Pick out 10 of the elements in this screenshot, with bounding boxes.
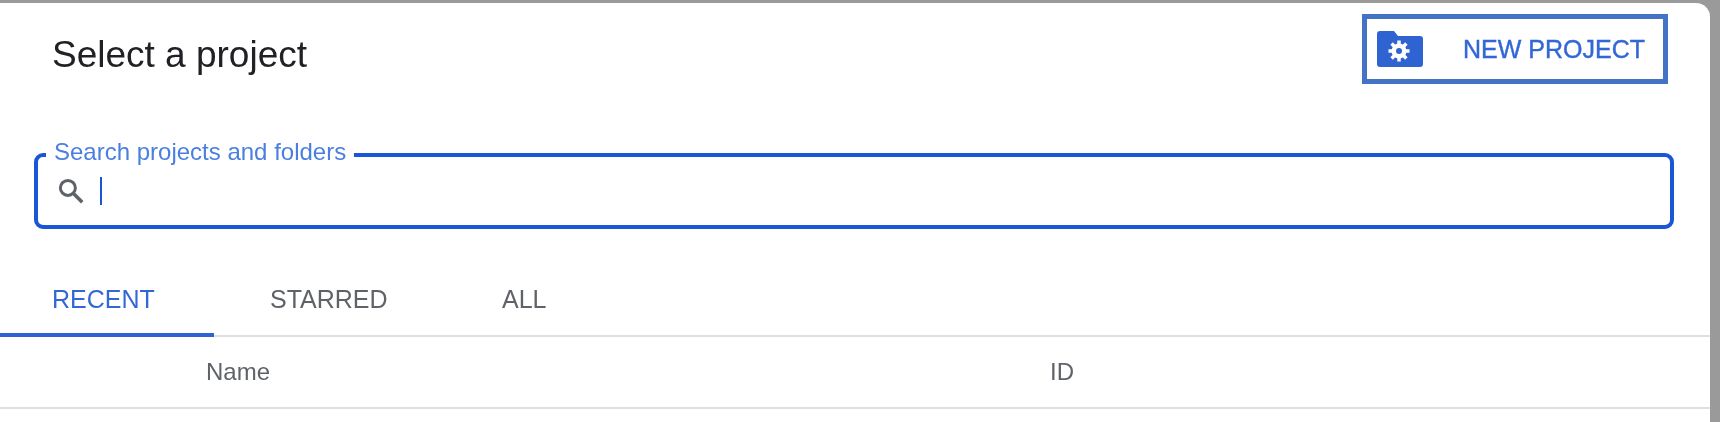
folder-gear-icon [1377,31,1424,67]
tab[interactable]: RECENT [0,265,214,337]
text-cursor [100,177,102,205]
column-header: Name [206,358,272,386]
new-project-button[interactable]: NEW PROJECT [1362,14,1668,84]
column-header: ID [1050,358,1074,386]
tab[interactable]: ALL [450,265,664,337]
dialog-title: Select a project [52,34,308,76]
search-icon [56,176,86,206]
tab[interactable]: STARRED [214,265,450,337]
